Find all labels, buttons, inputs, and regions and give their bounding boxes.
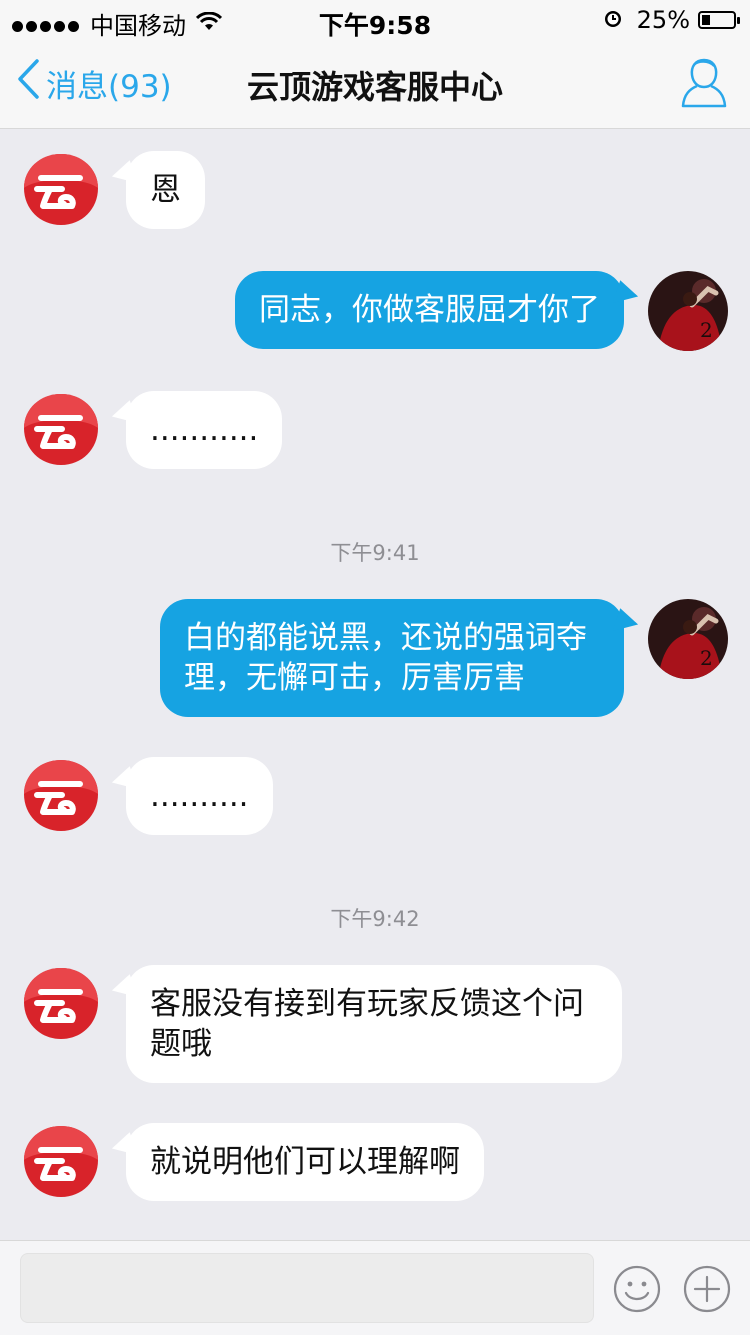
message-bubble-incoming[interactable]: 客服没有接到有玩家反馈这个问题哦 <box>126 965 622 1083</box>
alarm-icon <box>603 6 623 34</box>
user-avatar[interactable]: 2 <box>648 271 728 351</box>
message-timestamp: 下午9:42 <box>330 907 420 931</box>
battery-level-fill <box>702 15 710 25</box>
battery-icon <box>698 11 740 29</box>
message-bubble-outgoing[interactable]: 同志，你做客服屈才你了 <box>235 271 624 349</box>
cloud-logo-icon <box>24 968 98 1039</box>
back-label: 消息(93) <box>46 68 172 105</box>
message-bubble-incoming[interactable]: .......... <box>126 757 273 835</box>
service-avatar[interactable] <box>22 391 100 469</box>
message-timestamp: 下午9:41 <box>330 541 420 565</box>
cloud-logo-icon <box>24 1126 98 1197</box>
profile-icon <box>680 58 728 114</box>
service-avatar[interactable] <box>22 151 100 229</box>
service-avatar[interactable] <box>22 965 100 1043</box>
message-bubble-incoming[interactable]: 恩 <box>126 151 205 229</box>
user-photo-icon: 2 <box>648 271 728 351</box>
plus-button[interactable] <box>682 1264 732 1318</box>
service-avatar[interactable] <box>22 1123 100 1201</box>
message-bubble-incoming[interactable]: 就说明他们可以理解啊 <box>126 1123 484 1201</box>
back-button[interactable]: 消息(93) <box>16 58 172 108</box>
cloud-logo-icon <box>24 154 98 225</box>
message-bubble-incoming[interactable]: ........... <box>126 391 283 469</box>
emoji-button[interactable] <box>612 1264 662 1318</box>
cloud-logo-icon <box>24 760 98 831</box>
input-bar <box>0 1240 750 1335</box>
svg-text:2: 2 <box>700 646 713 670</box>
battery-percent: 25% <box>636 6 690 34</box>
user-avatar[interactable]: 2 <box>648 599 728 679</box>
profile-button[interactable] <box>680 56 728 114</box>
user-photo-icon: 2 <box>648 599 728 679</box>
status-right: 25% <box>603 6 740 34</box>
message-input[interactable] <box>20 1253 594 1323</box>
svg-text:2: 2 <box>700 318 713 342</box>
cloud-logo-icon <box>24 394 98 465</box>
emoji-icon <box>613 1265 661 1313</box>
message-bubble-outgoing[interactable]: 白的都能说黑，还说的强词夺理，无懈可击，厉害厉害 <box>160 599 624 717</box>
service-avatar[interactable] <box>22 757 100 835</box>
status-bar: 中国移动 下午9:58 25% <box>0 0 750 40</box>
plus-icon <box>683 1265 731 1313</box>
nav-bar: 消息(93) 云顶游戏客服中心 <box>0 40 750 129</box>
chevron-left-icon <box>16 58 40 108</box>
chat-thread[interactable]: 恩 同志，你做客服屈才你了 2 ........... 下午9:41 白的都能说… <box>0 129 750 1240</box>
